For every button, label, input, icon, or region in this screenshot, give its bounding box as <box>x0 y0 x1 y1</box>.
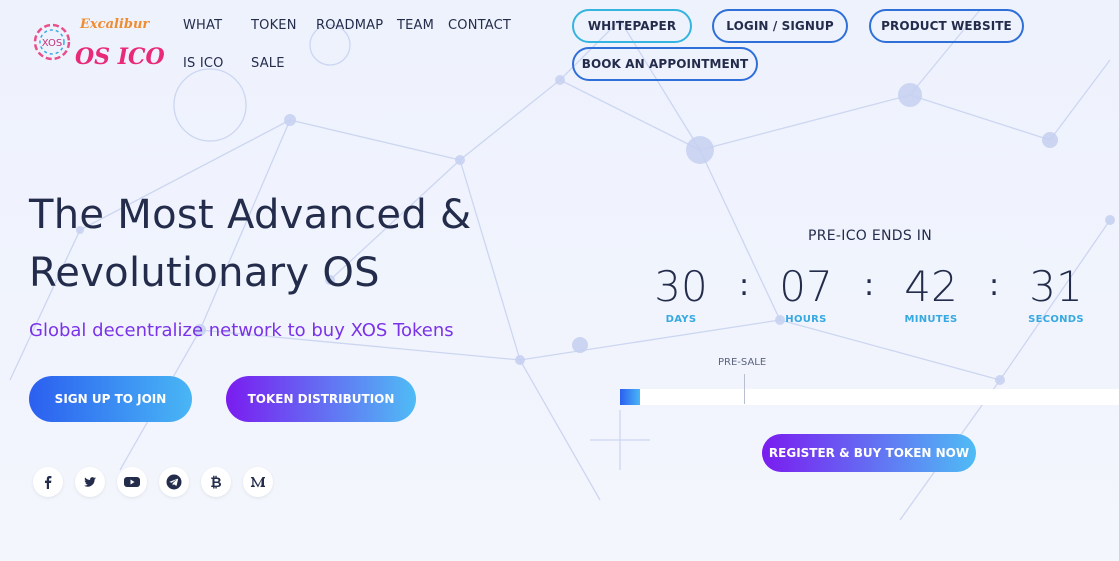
countdown-minutes: 42 <box>904 262 958 311</box>
countdown-minutes-label: MINUTES <box>904 314 958 325</box>
nav-what-is-ico-cont[interactable]: IS ICO <box>183 56 224 71</box>
countdown-days: 30 <box>654 262 708 311</box>
hero-title: The Most Advanced & Revolutionary OS <box>29 186 472 302</box>
nav-contact[interactable]: CONTACT <box>448 18 511 33</box>
medium-icon[interactable] <box>243 467 273 497</box>
countdown-separator-3: : <box>989 268 1000 303</box>
countdown-days-label: DAYS <box>665 314 697 325</box>
hero-title-line1: The Most Advanced & <box>29 192 472 238</box>
facebook-icon[interactable] <box>33 467 63 497</box>
countdown-seconds-label: SECONDS <box>1028 314 1084 325</box>
token-distribution-button[interactable]: TOKEN DISTRIBUTION <box>226 376 416 422</box>
bitcoin-icon[interactable]: ₿ <box>201 467 231 497</box>
countdown-heading: PRE-ICO ENDS IN <box>808 228 932 244</box>
presale-marker <box>744 374 745 404</box>
hero-subtitle: Global decentralize network to buy XOS T… <box>29 320 454 341</box>
countdown-seconds: 31 <box>1029 262 1083 311</box>
logo-top-text: Excalibur <box>79 17 150 32</box>
nav-what-is-ico-line1: WHAT <box>183 18 223 33</box>
countdown-separator-2: : <box>864 268 875 303</box>
book-appointment-button[interactable]: BOOK AN APPOINTMENT <box>572 47 758 81</box>
register-buy-token-button[interactable]: REGISTER & BUY TOKEN NOW <box>762 434 976 472</box>
countdown-hours: 07 <box>779 262 833 311</box>
sale-progress-bar <box>620 389 1119 405</box>
whitepaper-button[interactable]: WHITEPAPER <box>572 9 692 43</box>
logo-badge-text: XOS <box>42 38 62 49</box>
presale-label: PRE-SALE <box>718 357 767 368</box>
nav-team[interactable]: TEAM <box>397 18 434 33</box>
logo-graphic: XOS Excalibur OS ICO <box>33 17 165 70</box>
logo-main-text: OS ICO <box>75 44 164 70</box>
nav-roadmap[interactable]: ROADMAP <box>316 18 383 33</box>
site-logo[interactable]: XOS Excalibur OS ICO <box>32 10 165 80</box>
nav-token-sale-cont[interactable]: SALE <box>251 56 285 71</box>
telegram-icon[interactable] <box>159 467 189 497</box>
youtube-icon[interactable] <box>117 467 147 497</box>
countdown-hours-label: HOURS <box>785 314 827 325</box>
nav-what-is-ico-line2: IS ICO <box>183 56 224 71</box>
countdown-separator-1: : <box>739 268 750 303</box>
nav-token-sale-line1: TOKEN <box>251 18 297 33</box>
sign-up-button[interactable]: SIGN UP TO JOIN <box>29 376 192 422</box>
nav-token-sale-line2: SALE <box>251 56 285 71</box>
sale-progress-fill <box>620 389 640 405</box>
nav-what-is-ico[interactable]: WHAT <box>183 18 222 33</box>
hero-title-line2: Revolutionary OS <box>29 250 380 296</box>
product-website-button[interactable]: PRODUCT WEBSITE <box>869 9 1024 43</box>
twitter-icon[interactable] <box>75 467 105 497</box>
svg-text:₿: ₿ <box>210 475 221 490</box>
login-signup-button[interactable]: LOGIN / SIGNUP <box>712 9 848 43</box>
nav-token-sale[interactable]: TOKEN <box>251 18 297 33</box>
